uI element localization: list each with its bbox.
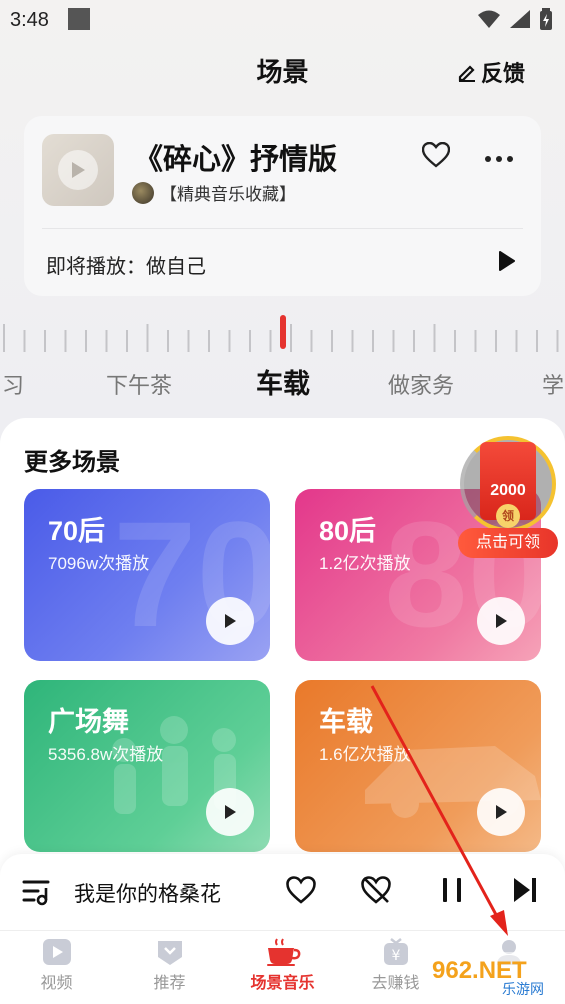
nav-label: 推荐 [153, 975, 186, 992]
play-icon [496, 614, 507, 628]
scene-dial[interactable]: 习 下午茶 车载 做家务 学 [0, 362, 565, 402]
more-icon [485, 156, 513, 162]
watermark-subtext: 乐游网 [502, 982, 544, 998]
wifi-icon [478, 10, 500, 28]
red-packet-reward-badge[interactable]: 2000 领 点击可领 [458, 436, 558, 560]
video-icon [42, 939, 71, 965]
play-icon [225, 805, 236, 819]
up-next-play-button[interactable] [498, 250, 516, 277]
now-playing-title: 《碎心》抒情版 [134, 144, 338, 176]
card-title: 车载 [319, 707, 373, 737]
card-play-count: 5356.8w次播放 [48, 745, 164, 764]
card-play-button[interactable] [206, 597, 254, 645]
dial-needle [280, 315, 286, 349]
now-playing-channel[interactable]: 【精典音乐收藏】 [132, 180, 296, 205]
dislike-icon[interactable] [360, 876, 392, 904]
reward-amount: 2000 [490, 482, 526, 499]
scene-tab-car[interactable]: 车载 [256, 362, 310, 401]
status-icons [477, 8, 553, 30]
play-icon [496, 805, 507, 819]
claim-label[interactable]: 点击可领 [458, 528, 558, 558]
signal-icon [510, 10, 530, 28]
scene-tab-learn-partial[interactable]: 学 [542, 368, 564, 400]
divider [42, 228, 523, 229]
card-play-count: 7096w次播放 [48, 554, 150, 573]
nav-video[interactable]: 视频 [0, 931, 113, 1004]
edit-icon [458, 65, 475, 82]
battery-icon [540, 8, 552, 30]
recommend-icon [157, 941, 182, 965]
heart-icon[interactable] [286, 876, 316, 904]
next-track-icon[interactable] [512, 876, 538, 904]
card-play-button[interactable] [477, 597, 525, 645]
playlist-icon[interactable] [22, 878, 52, 906]
now-playing-card[interactable]: 《碎心》抒情版 【精典音乐收藏】 即将播放：做自己 [24, 116, 541, 296]
mini-player-song-title: 我是你的格桑花 [74, 883, 221, 906]
scene-card-square-dance[interactable]: 广场舞 5356.8w次播放 [24, 680, 270, 852]
scene-tab-afternoon-tea[interactable]: 下午茶 [106, 368, 172, 400]
coin-icon: 领 [496, 504, 520, 528]
earn-money-icon: ¥ [383, 938, 408, 965]
nav-scene-music[interactable]: 场景音乐 [226, 931, 339, 1004]
notification-icon [68, 8, 90, 30]
card-play-button[interactable] [206, 788, 254, 836]
scene-card-70s[interactable]: 70 70后 7096w次播放 [24, 489, 270, 661]
status-bar: 3:48 [0, 0, 565, 40]
coffee-cup-icon [266, 938, 300, 966]
card-title: 广场舞 [48, 707, 129, 737]
more-options-button[interactable] [484, 142, 514, 170]
svg-text:¥: ¥ [391, 948, 400, 964]
channel-avatar [132, 181, 154, 204]
card-play-button[interactable] [477, 788, 525, 836]
more-scenes-title: 更多场景 [24, 449, 120, 476]
nav-label: 视频 [40, 975, 73, 992]
card-title: 70后 [48, 516, 106, 546]
cover-play-icon [58, 150, 98, 190]
play-icon [225, 614, 236, 628]
scene-card-car[interactable]: 车载 1.6亿次播放 [295, 680, 541, 852]
feedback-label: 反馈 [480, 61, 525, 86]
scene-tab-housework[interactable]: 做家务 [388, 368, 454, 400]
channel-name: 【精典音乐收藏】 [160, 185, 296, 204]
heart-icon [421, 141, 451, 168]
scene-tab-study-partial[interactable]: 习 [2, 368, 24, 400]
album-cover[interactable] [42, 134, 114, 206]
play-icon [499, 251, 515, 271]
favorite-button[interactable] [421, 141, 451, 173]
nav-recommend[interactable]: 推荐 [113, 931, 226, 1004]
pause-icon[interactable] [440, 876, 464, 904]
up-next-label: 即将播放：做自己 [46, 256, 206, 278]
feedback-button[interactable]: 反馈 [457, 56, 525, 88]
nav-label: 场景音乐 [250, 975, 315, 992]
card-title: 80后 [319, 516, 377, 546]
watermark-text: 962.NET [432, 957, 527, 984]
status-time: 3:48 [10, 9, 49, 31]
watermark-logo: 962.NET 乐游网 [426, 952, 561, 998]
mini-player[interactable]: 我是你的格桑花 [0, 854, 565, 930]
card-play-count: 1.2亿次播放 [319, 554, 411, 573]
card-play-count: 1.6亿次播放 [319, 745, 411, 764]
